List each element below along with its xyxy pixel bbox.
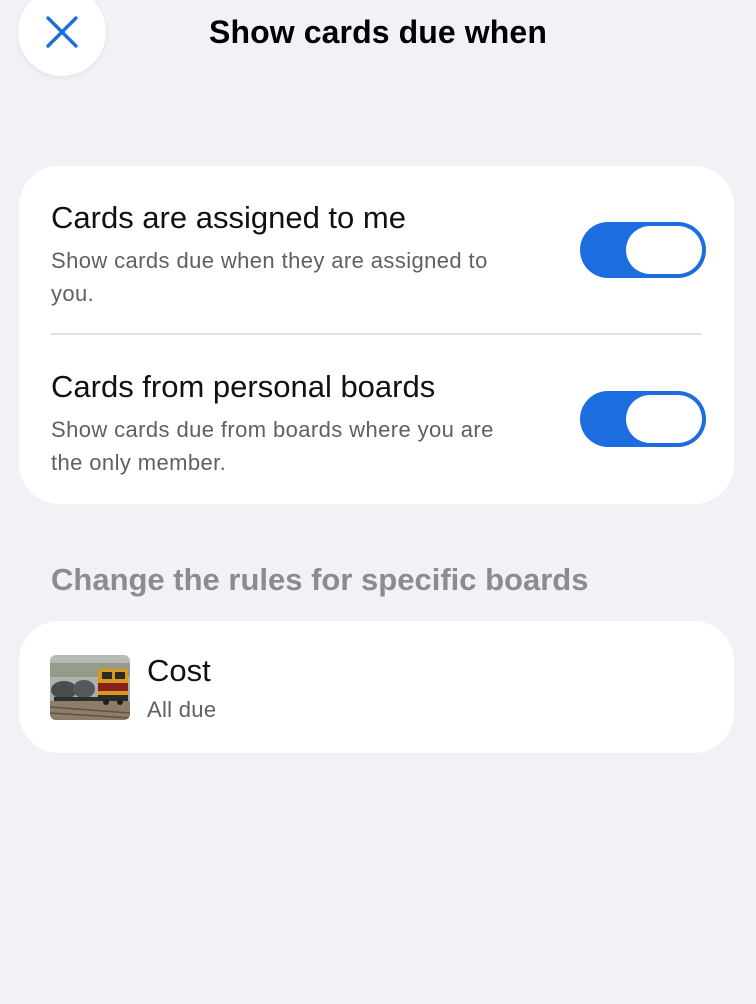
board-thumbnail [50, 655, 130, 720]
setting-personal-boards: Cards from personal boards Show cards du… [51, 369, 706, 479]
page-title: Show cards due when [209, 14, 547, 50]
settings-card: Cards are assigned to me Show cards due … [19, 166, 734, 504]
board-status: All due [147, 697, 217, 722]
toggle-knob [626, 226, 702, 274]
setting-description: Show cards due from boards where you are… [51, 417, 494, 475]
divider [51, 333, 702, 335]
setting-description: Show cards due when they are assigned to… [51, 248, 488, 306]
assigned-to-me-toggle[interactable] [580, 222, 706, 278]
train-photo-icon [50, 655, 130, 720]
board-list-item[interactable]: Cost All due [19, 621, 734, 753]
setting-assigned-to-me: Cards are assigned to me Show cards due … [51, 200, 706, 310]
board-name: Cost [147, 653, 211, 688]
toggle-knob [626, 395, 702, 443]
section-header: Change the rules for specific boards [51, 562, 589, 597]
page: Show cards due when Cards are assigned t… [0, 0, 756, 1004]
personal-boards-toggle[interactable] [580, 391, 706, 447]
